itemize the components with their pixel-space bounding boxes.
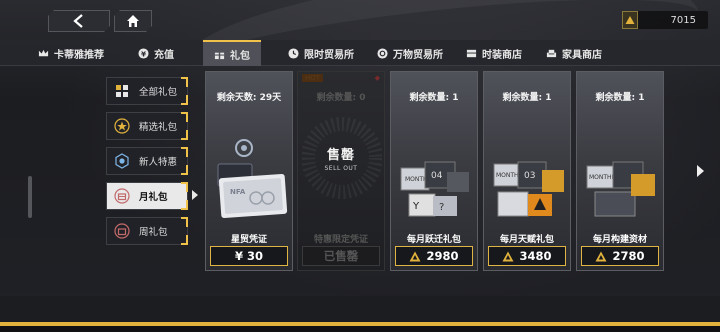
price-button: 已售罄 — [302, 246, 380, 266]
bottom-shadow-bar — [0, 326, 720, 332]
selected-arrow-icon — [192, 190, 198, 200]
remaining-label: 剩余数量: 1 — [595, 93, 645, 103]
category-label: 全部礼包 — [139, 87, 178, 98]
tab-katiya-recommend[interactable]: 卡蒂雅推荐 — [38, 40, 104, 66]
token-triangle-icon — [502, 251, 514, 261]
price-value: 3480 — [519, 249, 552, 263]
tab-universal-trade[interactable]: 万物贸易所 — [377, 40, 445, 66]
tab-label: 礼包 — [230, 50, 250, 62]
pack-card-monthly-warp[interactable]: 剩余数量: 1 MONTHLY 04 Y ? 每月跃迁礼包 2980 — [390, 71, 478, 271]
refresh-icon — [377, 47, 388, 59]
pack-card-monthly-build[interactable]: 剩余数量: 1 MONTHLY 每月构建资材 2780 — [576, 71, 664, 271]
category-monthly-packs[interactable]: 月礼包 — [106, 182, 188, 210]
pack-name: 特惠限定凭证 — [313, 235, 368, 245]
tab-furniture-shop[interactable]: 家具商店 — [546, 40, 606, 66]
back-button[interactable] — [48, 10, 110, 32]
svg-text:03: 03 — [524, 171, 535, 181]
warp-pack-image: MONTHLY 04 Y ? — [400, 161, 469, 217]
badge-icon — [113, 152, 131, 170]
back-arrow-icon — [71, 13, 87, 29]
category-all-packs[interactable]: 全部礼包 — [106, 77, 188, 105]
price-button[interactable]: 2780 — [581, 246, 659, 266]
category-label: 月礼包 — [139, 192, 168, 203]
remaining-label: 剩余天数: 29天 — [216, 93, 282, 103]
pack-card-monthly-talent[interactable]: 剩余数量: 1 MONTHLY 03 每月天赋礼包 3480 — [483, 71, 571, 271]
token-triangle-icon — [595, 251, 607, 261]
category-weekly-packs[interactable]: 周礼包 — [106, 217, 188, 245]
home-icon — [125, 13, 141, 29]
voucher-card-image: NFA — [217, 139, 288, 219]
category-label: 周礼包 — [139, 227, 168, 238]
sold-out-sublabel: SELL OUT — [324, 165, 358, 172]
price-value: 已售罄 — [323, 249, 359, 263]
home-button[interactable] — [114, 10, 152, 32]
crown-icon — [38, 49, 49, 56]
sofa-icon — [546, 49, 557, 57]
calendar-week-icon — [113, 222, 131, 240]
tab-recharge[interactable]: ¥ 充值 — [138, 40, 178, 66]
svg-text:¥: ¥ — [141, 49, 147, 58]
tab-label: 限时贸易所 — [304, 49, 354, 61]
category-newcomer-deals[interactable]: 新人特惠 — [106, 147, 188, 175]
build-pack-image: MONTHLY — [586, 161, 655, 217]
svg-text:Y: Y — [412, 201, 420, 212]
wardrobe-icon — [466, 49, 477, 57]
price-button[interactable]: 3480 — [488, 246, 566, 266]
scroll-indicator[interactable] — [28, 176, 32, 218]
grid-icon — [113, 82, 131, 100]
star-icon — [113, 117, 131, 135]
calendar-icon — [113, 187, 131, 205]
hot-badge: HOT — [302, 74, 324, 82]
category-featured-packs[interactable]: 精选礼包 — [106, 112, 188, 140]
discount-badge: ◆ — [374, 74, 380, 82]
price-button[interactable]: 2980 — [395, 246, 473, 266]
tab-limited-trade[interactable]: 限时贸易所 — [288, 40, 356, 66]
tab-label: 充值 — [154, 49, 174, 61]
shop-tabs: 卡蒂雅推荐 ¥ 充值 礼包 限时贸易所 万物贸易所 时装商店 家具商店 — [0, 40, 720, 66]
gift-icon — [214, 49, 225, 59]
scroll-right-arrow-icon[interactable] — [697, 165, 704, 177]
currency-display[interactable]: 7015 — [622, 11, 708, 29]
yen-icon: ¥ — [138, 47, 149, 59]
price-value: ¥ 30 — [234, 249, 263, 263]
tab-label: 卡蒂雅推荐 — [54, 49, 104, 61]
sold-out-tag: 售罄 SELL OUT — [298, 117, 384, 199]
tab-label: 万物贸易所 — [393, 49, 443, 61]
pack-card-sold-out[interactable]: HOT ◆ 剩余数量: 0 售罄 SELL OUT 特惠限定凭证 已售罄 — [297, 71, 385, 271]
pack-name: 每月构建资材 — [592, 235, 647, 245]
talent-pack-image: MONTHLY 03 — [493, 161, 564, 217]
token-triangle-icon — [622, 11, 638, 29]
tab-fashion-shop[interactable]: 时装商店 — [466, 40, 526, 66]
tab-label: 家具商店 — [562, 49, 602, 61]
tab-label: 时装商店 — [482, 49, 522, 61]
remaining-label: 剩余数量: 1 — [502, 93, 552, 103]
clock-icon — [288, 47, 299, 59]
pack-card-star-voucher[interactable]: 剩余天数: 29天 NFA 星贸凭证 ¥ 30 — [205, 71, 293, 271]
price-button[interactable]: ¥ 30 — [210, 246, 288, 266]
pack-name: 星贸凭证 — [230, 235, 267, 245]
svg-text:04: 04 — [431, 171, 443, 181]
pack-name: 每月天赋礼包 — [499, 235, 554, 245]
price-value: 2780 — [612, 249, 645, 263]
svg-text:NFA: NFA — [230, 188, 246, 196]
remaining-label: 剩余数量: 1 — [409, 93, 459, 103]
token-triangle-icon — [409, 251, 421, 261]
category-label: 新人特惠 — [139, 157, 178, 168]
pack-name: 每月跃迁礼包 — [406, 235, 461, 245]
price-value: 2980 — [426, 249, 459, 263]
tab-gift-packs[interactable]: 礼包 — [203, 40, 261, 66]
currency-amount: 7015 — [670, 14, 696, 26]
svg-text:?: ? — [439, 202, 444, 213]
sold-out-label: 售罄 — [326, 148, 355, 163]
remaining-label: 剩余数量: 0 — [316, 93, 366, 103]
category-label: 精选礼包 — [139, 122, 178, 133]
